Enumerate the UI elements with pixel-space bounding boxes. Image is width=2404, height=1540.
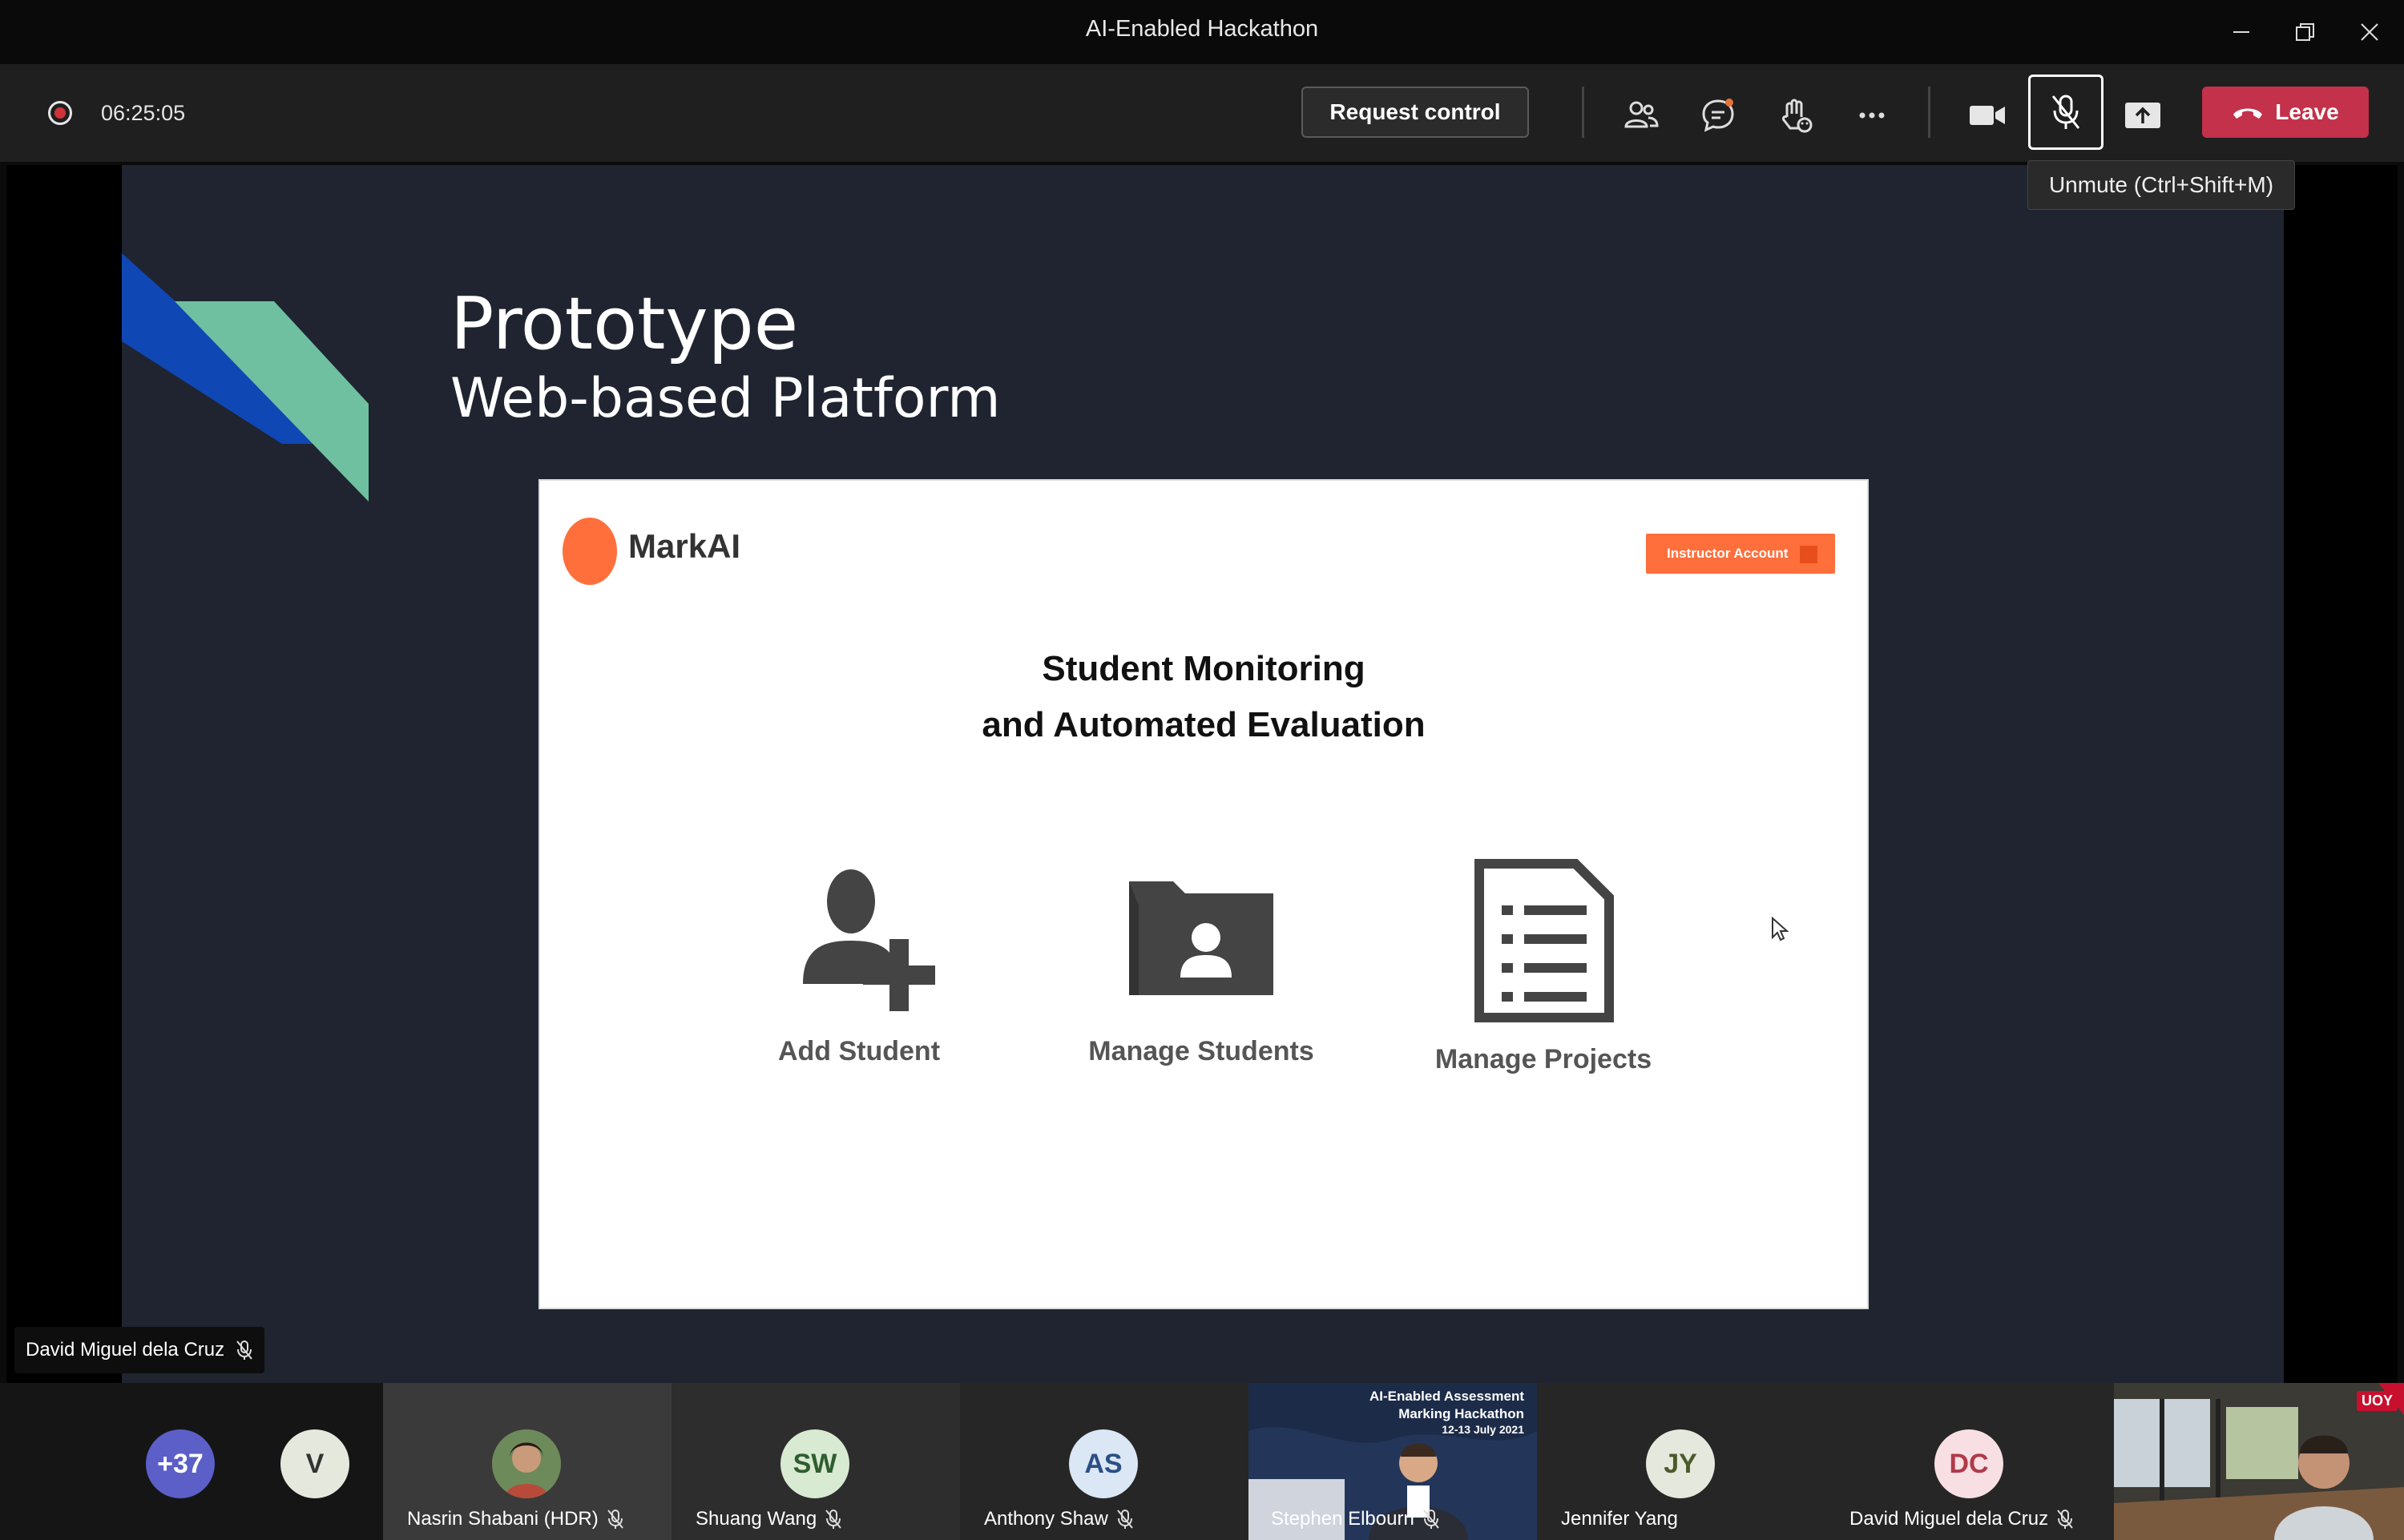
video-dates: 12-13 July 2021 bbox=[1442, 1423, 1524, 1436]
account-square-icon bbox=[1800, 546, 1817, 563]
presenter-name: David Miguel dela Cruz bbox=[26, 1339, 225, 1361]
phone-icon bbox=[2233, 108, 2263, 119]
slide-title: Prototype bbox=[450, 282, 799, 366]
feature-add-student: Add Student bbox=[739, 857, 979, 1067]
participant-video-tile[interactable]: AI-Enabled Assessment Marking Hackathon … bbox=[1248, 1383, 1537, 1540]
avatar: AS bbox=[1069, 1429, 1138, 1498]
more-icon[interactable] bbox=[1848, 91, 1896, 139]
participant-name-text: Stephen Elbourn bbox=[1271, 1508, 1414, 1530]
instructor-account-label: Instructor Account bbox=[1667, 546, 1789, 561]
markai-logo-icon bbox=[563, 518, 617, 585]
mic-off-icon bbox=[607, 1510, 623, 1529]
toolbar-divider bbox=[1582, 87, 1584, 138]
app-heading-line2: and Automated Evaluation bbox=[982, 705, 1426, 744]
slide-subtitle: Web-based Platform bbox=[450, 367, 1001, 430]
close-icon[interactable] bbox=[2341, 11, 2398, 53]
presenter-name-tag: David Miguel dela Cruz bbox=[14, 1327, 265, 1373]
participant-name: Shuang Wang bbox=[696, 1508, 842, 1530]
mic-off-icon bbox=[825, 1510, 841, 1529]
reactions-icon[interactable] bbox=[1771, 91, 1819, 139]
people-icon[interactable] bbox=[1617, 91, 1665, 139]
feature-manage-students: Manage Students bbox=[1081, 857, 1321, 1067]
restore-icon[interactable] bbox=[2277, 11, 2333, 53]
participant-video-tile[interactable]: UOY bbox=[2114, 1383, 2404, 1540]
mic-off-icon bbox=[2051, 95, 2080, 129]
participant-name: Anthony Shaw bbox=[984, 1508, 1134, 1530]
participant-name: Stephen Elbourn bbox=[1271, 1508, 1440, 1530]
leave-label: Leave bbox=[2275, 99, 2339, 124]
record-icon bbox=[48, 101, 72, 125]
feature-label: Add Student bbox=[777, 1036, 941, 1066]
mic-off-icon bbox=[1423, 1510, 1439, 1529]
leave-button[interactable]: Leave bbox=[2202, 87, 2369, 138]
avatar: DC bbox=[1934, 1429, 2003, 1498]
meeting-timer: 06:25:05 bbox=[101, 101, 186, 125]
video-overlay-text: AI-Enabled Assessment Marking Hackathon … bbox=[1348, 1388, 1524, 1436]
instructor-account-button: Instructor Account bbox=[1646, 534, 1835, 574]
participant-tile[interactable]: DC David Miguel dela Cruz bbox=[1825, 1383, 2114, 1540]
document-list-icon bbox=[1474, 859, 1614, 1022]
meeting-toolbar: 06:25:05 Request control Leave bbox=[0, 64, 2404, 162]
avatar: JY bbox=[1646, 1429, 1715, 1498]
avatar bbox=[492, 1429, 561, 1498]
participant-tile[interactable]: JY Jennifer Yang bbox=[1537, 1383, 1825, 1540]
participant-name-text: David Miguel dela Cruz bbox=[1849, 1508, 2049, 1530]
markai-logo-text: MarkAI bbox=[628, 527, 741, 565]
participants-gallery: +37 V Nasrin Shabani (HDR) SW Shuang Wan… bbox=[0, 1383, 2404, 1540]
app-screenshot: MarkAI Instructor Account Student Monito… bbox=[538, 479, 1869, 1309]
participant-name: David Miguel dela Cruz bbox=[1849, 1508, 2074, 1530]
avatar: SW bbox=[780, 1429, 849, 1498]
participant-name-text: Jennifer Yang bbox=[1561, 1508, 1678, 1530]
participant-tile[interactable]: Nasrin Shabani (HDR) bbox=[383, 1383, 672, 1540]
participant-name: Nasrin Shabani (HDR) bbox=[407, 1508, 624, 1530]
mute-toggle-button[interactable] bbox=[2028, 75, 2104, 150]
overflow-count-avatar[interactable]: +37 bbox=[146, 1429, 215, 1498]
feature-label: Manage Students bbox=[1088, 1036, 1314, 1066]
feature-manage-projects: Manage Projects bbox=[1423, 857, 1664, 1075]
window-title: AI-Enabled Hackathon bbox=[1085, 16, 1319, 42]
add-user-icon bbox=[803, 869, 935, 1011]
video-title: AI-Enabled Assessment Marking Hackathon bbox=[1369, 1389, 1524, 1421]
participant-name-text: Nasrin Shabani (HDR) bbox=[407, 1508, 599, 1530]
mic-off-icon bbox=[236, 1340, 252, 1360]
org-badge: UOY bbox=[2356, 1391, 2398, 1411]
camera-icon[interactable] bbox=[1963, 91, 2011, 139]
minimize-icon[interactable] bbox=[2213, 11, 2269, 53]
avatar: V bbox=[280, 1429, 349, 1498]
mouse-cursor-icon bbox=[1772, 917, 1789, 941]
folder-user-icon bbox=[1129, 881, 1273, 995]
toolbar-divider bbox=[1928, 87, 1930, 138]
participant-tile[interactable]: AS Anthony Shaw bbox=[960, 1383, 1248, 1540]
app-heading-line1: Student Monitoring bbox=[1042, 649, 1365, 688]
participant-name-text: Anthony Shaw bbox=[984, 1508, 1108, 1530]
feature-label: Manage Projects bbox=[1434, 1044, 1652, 1074]
mic-off-icon bbox=[2057, 1510, 2073, 1529]
participant-name: Jennifer Yang bbox=[1561, 1508, 1678, 1530]
mic-off-icon bbox=[1117, 1510, 1133, 1529]
mute-tooltip: Unmute (Ctrl+Shift+M) bbox=[2027, 160, 2295, 210]
app-heading: Student Monitoring and Automated Evaluat… bbox=[540, 641, 1867, 753]
request-control-button[interactable]: Request control bbox=[1301, 87, 1529, 138]
share-icon[interactable] bbox=[2119, 91, 2167, 139]
participant-overflow-tile[interactable]: +37 V bbox=[0, 1383, 383, 1540]
chat-icon[interactable] bbox=[1694, 91, 1742, 139]
slide-decoration bbox=[122, 253, 369, 502]
participant-tile[interactable]: SW Shuang Wang bbox=[672, 1383, 960, 1540]
window-titlebar: AI-Enabled Hackathon bbox=[0, 0, 2404, 64]
presentation-slide: Prototype Web-based Platform MarkAI Inst… bbox=[122, 165, 2284, 1383]
participant-name-text: Shuang Wang bbox=[696, 1508, 817, 1530]
